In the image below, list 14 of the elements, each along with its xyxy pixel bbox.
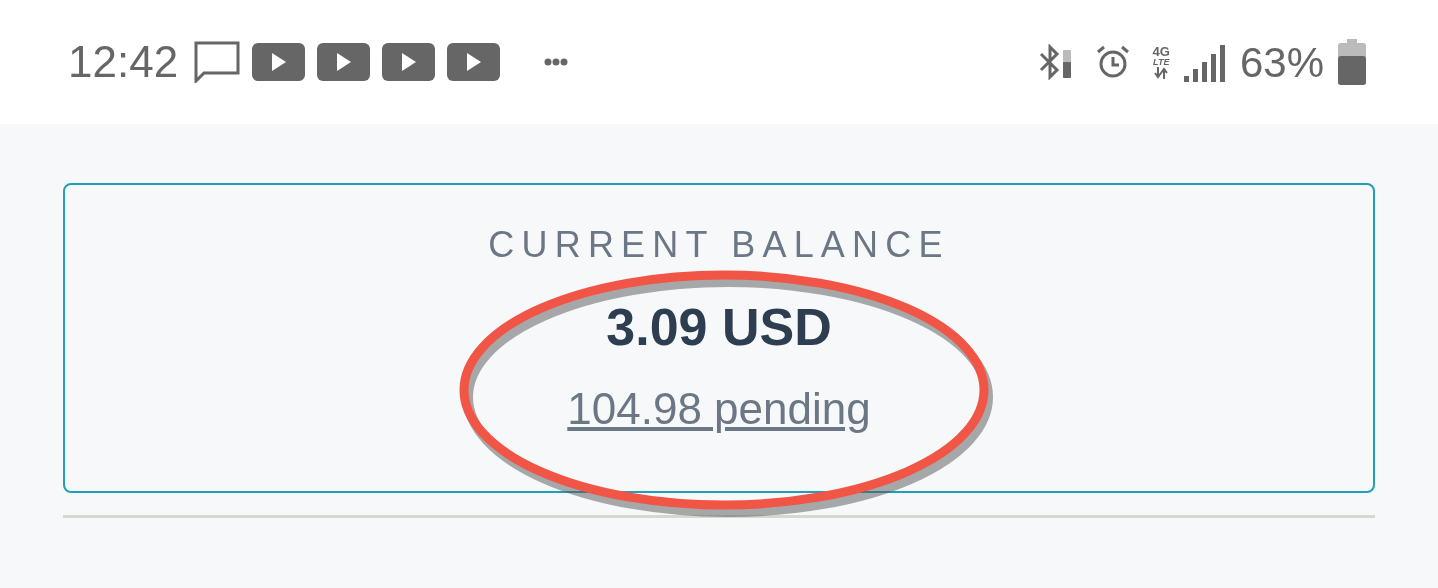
message-icon (194, 41, 241, 83)
battery-icon (1338, 39, 1366, 85)
more-icon (544, 57, 569, 67)
balance-amount: 3.09 USD (606, 301, 832, 353)
balance-label: CURRENT BALANCE (488, 227, 950, 263)
pending-link[interactable]: 104.98 pending (567, 387, 871, 431)
play-icon (447, 43, 501, 81)
play-icon (317, 43, 371, 81)
alarm-clock-icon (1094, 44, 1131, 80)
clock-time: 12:42 (68, 36, 179, 88)
battery-percent: 63% (1239, 37, 1324, 88)
play-icon (382, 43, 436, 81)
signal-icon (1183, 42, 1226, 82)
play-icon (252, 43, 306, 81)
